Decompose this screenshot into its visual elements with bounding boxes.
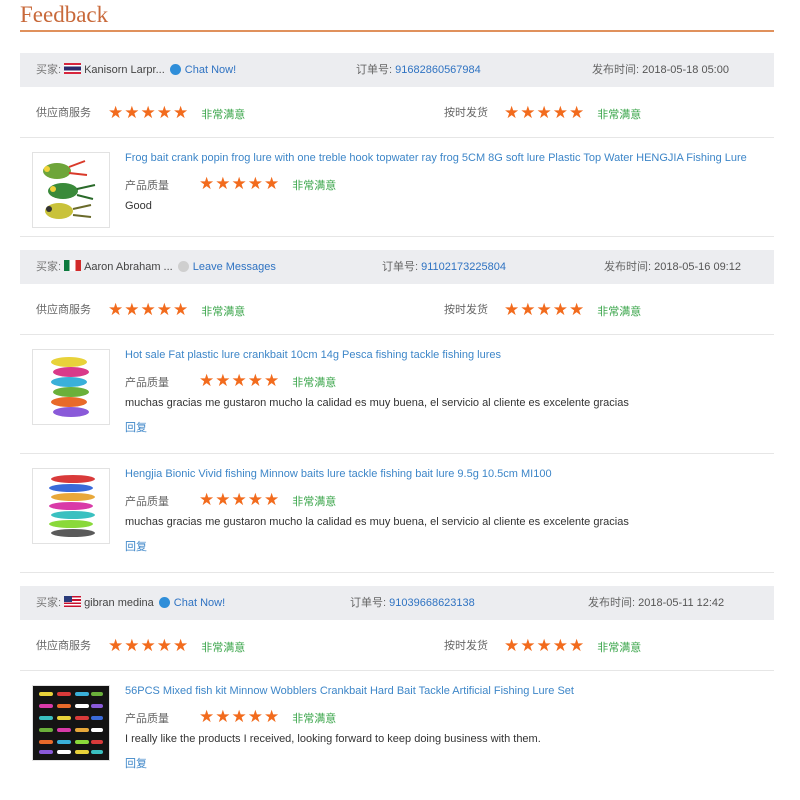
star-rating-icon: ★★★★★	[199, 371, 281, 390]
supplier-service-label: 供应商服务	[36, 107, 91, 119]
product-quality-label: 产品质量	[125, 713, 169, 725]
reply-link[interactable]: 回复	[125, 755, 147, 771]
order-header: 买家: Aaron Abraham ... Leave Messages 订单号: …	[20, 250, 774, 284]
chat-icon[interactable]	[158, 597, 170, 608]
service-rating-row: 供应商服务 ★★★★★ 非常满意 按时发货 ★★★★★ 非常满意	[20, 622, 774, 671]
order-number-label: 订单号:	[382, 261, 419, 273]
mexico-flag-icon	[64, 260, 82, 271]
product-title-link[interactable]: Hot sale Fat plastic lure crankbait 10cm…	[125, 349, 501, 361]
star-rating-icon: ★★★★★	[108, 103, 190, 122]
quality-rating: 产品质量 ★★★★★ 非常满意	[125, 371, 336, 391]
product-thumbnail[interactable]	[32, 468, 110, 544]
star-rating-icon: ★★★★★	[504, 103, 586, 122]
satisfaction-text: 非常满意	[292, 496, 337, 508]
usa-flag-icon	[64, 596, 82, 607]
thailand-flag-icon	[64, 63, 82, 74]
satisfaction-text: 非常满意	[292, 713, 337, 725]
ship-on-time-label: 按时发货	[444, 304, 488, 316]
product-quality-label: 产品质量	[125, 180, 169, 192]
feedback-comment: Good	[125, 200, 152, 212]
satisfaction-text: 非常满意	[597, 306, 642, 318]
ship-on-time-label: 按时发货	[444, 107, 488, 119]
buyer-label: 买家:	[36, 597, 62, 609]
satisfaction-text: 非常满意	[201, 306, 246, 318]
product-title-link[interactable]: Hengjia Bionic Vivid fishing Minnow bait…	[125, 468, 552, 480]
order-number[interactable]: 91102173225804	[421, 261, 506, 273]
star-rating-icon: ★★★★★	[199, 490, 281, 509]
product-title-link[interactable]: Frog bait crank popin frog lure with one…	[125, 152, 747, 164]
buyer-label: 买家:	[36, 261, 62, 273]
buyer-label: 买家:	[36, 64, 62, 76]
lure-kit-image-icon	[33, 686, 109, 760]
satisfaction-text: 非常满意	[292, 377, 337, 389]
buyer-name: Kanisorn Larpr...	[84, 64, 165, 76]
supplier-service-label: 供应商服务	[36, 304, 91, 316]
quality-rating: 产品质量 ★★★★★ 非常满意	[125, 490, 336, 510]
buyer-name: gibran medina	[84, 597, 154, 609]
satisfaction-text: 非常满意	[597, 109, 642, 121]
star-rating-icon: ★★★★★	[108, 300, 190, 319]
buyer-name: Aaron Abraham ...	[84, 261, 173, 273]
feedback-comment: muchas gracias me gustaron mucho la cali…	[125, 516, 629, 528]
crankbait-lure-image-icon	[51, 357, 89, 417]
reply-link[interactable]: 回复	[125, 419, 147, 435]
product-thumbnail[interactable]	[32, 152, 110, 228]
posted-time: 2018-05-16 09:12	[654, 261, 741, 273]
order-number[interactable]: 91039668623138	[389, 597, 475, 609]
order-header: 买家: Kanisorn Larpr... Chat Now! 订单号: 91682…	[20, 53, 774, 87]
product-thumbnail[interactable]	[32, 685, 110, 761]
posted-time: 2018-05-18 05:00	[642, 64, 729, 76]
feedback-comment: I really like the products I received, l…	[125, 733, 541, 745]
star-rating-icon: ★★★★★	[108, 636, 190, 655]
product-quality-label: 产品质量	[125, 377, 169, 389]
star-rating-icon: ★★★★★	[199, 707, 281, 726]
product-title-link[interactable]: 56PCS Mixed fish kit Minnow Wobblers Cra…	[125, 685, 574, 697]
feedback-comment: muchas gracias me gustaron mucho la cali…	[125, 397, 629, 409]
frog-lure-image-icon	[43, 160, 96, 219]
star-rating-icon: ★★★★★	[504, 636, 586, 655]
product-quality-label: 产品质量	[125, 496, 169, 508]
product-feedback-item: 56PCS Mixed fish kit Minnow Wobblers Cra…	[20, 671, 774, 789]
order-number-label: 订单号:	[350, 597, 387, 609]
reply-link[interactable]: 回复	[125, 538, 147, 554]
star-rating-icon: ★★★★★	[504, 300, 586, 319]
service-rating-row: 供应商服务 ★★★★★ 非常满意 按时发货 ★★★★★ 非常满意	[20, 286, 774, 335]
message-icon[interactable]	[177, 261, 189, 272]
posted-time: 2018-05-11 12:42	[638, 597, 725, 609]
product-feedback-item: Hengjia Bionic Vivid fishing Minnow bait…	[20, 454, 774, 573]
satisfaction-text: 非常满意	[201, 109, 246, 121]
satisfaction-text: 非常满意	[201, 642, 246, 654]
order-number[interactable]: 91682860567984	[395, 64, 481, 76]
product-feedback-item: Hot sale Fat plastic lure crankbait 10cm…	[20, 335, 774, 454]
satisfaction-text: 非常满意	[597, 642, 642, 654]
product-feedback-item: Frog bait crank popin frog lure with one…	[20, 138, 774, 237]
chat-now-link[interactable]: Chat Now!	[174, 597, 225, 609]
minnow-lure-image-icon	[49, 475, 95, 537]
posted-time-label: 发布时间:	[604, 261, 652, 273]
star-rating-icon: ★★★★★	[199, 174, 281, 193]
order-header: 买家: gibran medina Chat Now! 订单号: 910396686…	[20, 586, 774, 620]
service-rating-row: 供应商服务 ★★★★★ 非常满意 按时发货 ★★★★★ 非常满意	[20, 89, 774, 138]
leave-messages-link[interactable]: Leave Messages	[193, 261, 276, 273]
order-number-label: 订单号:	[356, 64, 393, 76]
title-divider	[20, 30, 774, 32]
chat-icon[interactable]	[169, 64, 181, 75]
page-title: Feedback	[20, 2, 109, 27]
supplier-service-label: 供应商服务	[36, 640, 91, 652]
quality-rating: 产品质量 ★★★★★ 非常满意	[125, 174, 336, 194]
posted-time-label: 发布时间:	[588, 597, 636, 609]
quality-rating: 产品质量 ★★★★★ 非常满意	[125, 707, 336, 727]
chat-now-link[interactable]: Chat Now!	[185, 64, 236, 76]
satisfaction-text: 非常满意	[292, 180, 337, 192]
posted-time-label: 发布时间:	[592, 64, 640, 76]
product-thumbnail[interactable]	[32, 349, 110, 425]
ship-on-time-label: 按时发货	[444, 640, 488, 652]
